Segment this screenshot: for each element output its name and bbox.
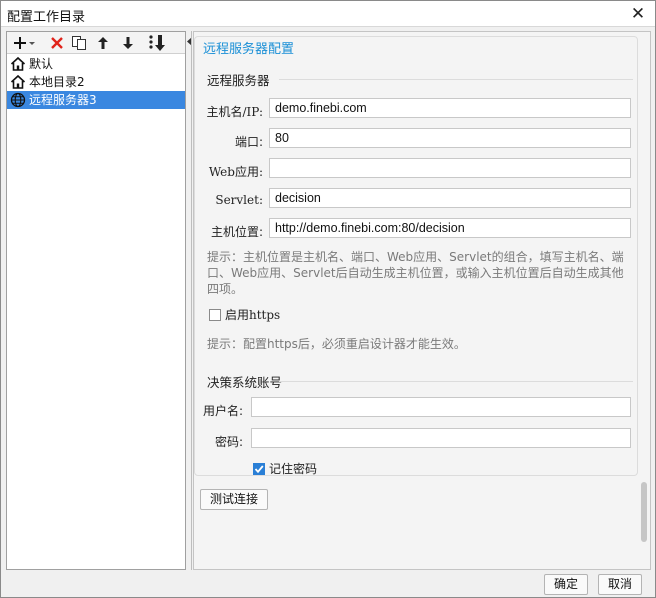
enable-https-checkbox[interactable]: 启用https xyxy=(209,306,280,323)
cancel-button[interactable]: 取消 xyxy=(598,574,642,595)
https-hint: 提示：配置https后，必须重启设计器才能生效。 xyxy=(207,337,466,351)
move-down-button[interactable] xyxy=(117,33,139,53)
username-label: 用户名: xyxy=(202,404,243,418)
checkmark-icon xyxy=(254,464,264,473)
remember-label: 记住密码 xyxy=(269,462,318,476)
dialog-title: 配置工作目录 xyxy=(7,10,86,25)
config-section: 远程服务器配置 远程服务器 主机名/IP: 端口: Web应用: Servlet… xyxy=(194,36,638,476)
move-up-button[interactable] xyxy=(92,33,114,53)
copy-icon xyxy=(72,36,86,50)
tree-item-label: 本地目录2 xyxy=(29,75,85,89)
dialog-window: 配置工作目录 ✕ 默认 本地目录2 远程服务器3 远程服务器配置 远程服务器 主… xyxy=(0,0,656,598)
password-label: 密码: xyxy=(214,435,243,449)
webapp-input[interactable] xyxy=(269,158,631,178)
host-label: 主机名/IP: xyxy=(206,105,263,119)
servlet-input[interactable] xyxy=(269,188,631,208)
tree-item-label: 默认 xyxy=(29,57,54,71)
server-heading: 远程服务器 xyxy=(207,73,270,88)
remember-password-checkbox[interactable]: 记住密码 xyxy=(253,460,317,477)
globe-icon xyxy=(10,92,26,108)
servlet-label: Servlet: xyxy=(215,193,263,207)
move-bottom-button[interactable] xyxy=(145,33,169,53)
close-button[interactable]: ✕ xyxy=(627,3,649,25)
password-input[interactable] xyxy=(251,428,631,448)
ok-button[interactable]: 确定 xyxy=(544,574,588,595)
tree-item-local[interactable]: 本地目录2 xyxy=(7,73,185,91)
webapp-label: Web应用: xyxy=(208,165,263,179)
https-label: 启用https xyxy=(225,308,281,322)
https-checkbox-box[interactable] xyxy=(209,308,221,321)
tree-item-remote[interactable]: 远程服务器3 xyxy=(7,91,185,109)
add-directory-button[interactable] xyxy=(10,33,38,53)
vertical-scrollbar[interactable] xyxy=(640,34,648,567)
directory-tree: 默认 本地目录2 远程服务器3 xyxy=(7,55,185,109)
server-heading-rule xyxy=(279,79,633,80)
tree-item-label: 远程服务器3 xyxy=(29,93,97,107)
port-input[interactable] xyxy=(269,128,631,148)
home-icon xyxy=(10,56,26,71)
sort-down-icon xyxy=(149,35,165,51)
location-label: 主机位置: xyxy=(210,225,263,239)
copy-directory-button[interactable] xyxy=(68,33,90,53)
delete-directory-button[interactable] xyxy=(46,33,68,53)
directory-toolbar xyxy=(7,32,185,54)
test-connection-button[interactable]: 测试连接 xyxy=(200,489,268,510)
title-bar: 配置工作目录 ✕ xyxy=(1,1,655,27)
tree-item-default[interactable]: 默认 xyxy=(7,55,185,73)
scroll-thumb[interactable] xyxy=(641,482,647,542)
arrow-down-icon xyxy=(123,37,133,49)
host-input[interactable] xyxy=(269,98,631,118)
account-heading-rule xyxy=(279,381,633,382)
arrow-up-icon xyxy=(98,37,108,49)
section-title: 远程服务器配置 xyxy=(203,42,295,57)
location-input[interactable] xyxy=(269,218,631,238)
remote-server-config-panel: 远程服务器配置 远程服务器 主机名/IP: 端口: Web应用: Servlet… xyxy=(193,31,651,570)
port-label: 端口: xyxy=(234,135,263,149)
location-hint: 提示：主机位置是主机名、端口、Web应用、Servlet的组合，填写主机名、端口… xyxy=(207,250,624,296)
account-heading: 决策系统账号 xyxy=(207,375,283,390)
remember-checkbox-box[interactable] xyxy=(253,462,265,475)
directory-list-panel: 默认 本地目录2 远程服务器3 xyxy=(6,31,186,570)
home-icon xyxy=(10,74,26,89)
splitter-line xyxy=(191,31,192,570)
delete-x-icon xyxy=(51,37,63,49)
plus-dropdown-icon xyxy=(14,37,35,49)
username-input[interactable] xyxy=(251,397,631,417)
